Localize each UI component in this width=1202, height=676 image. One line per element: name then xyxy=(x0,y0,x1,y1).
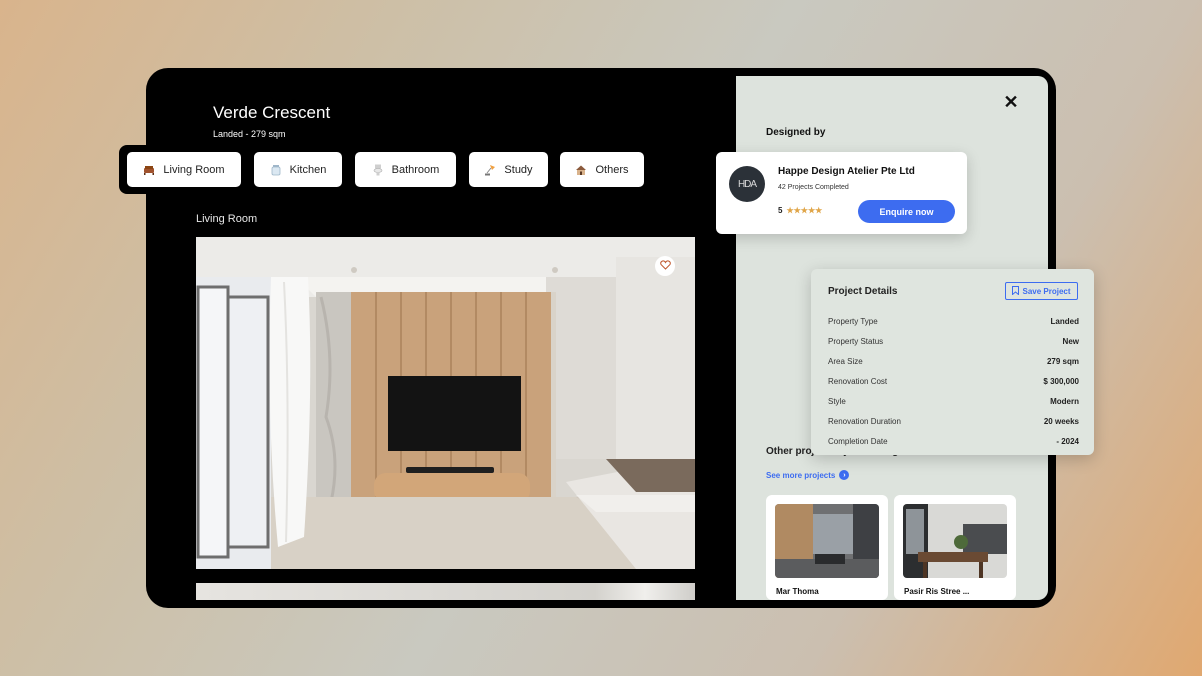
current-room-label: Living Room xyxy=(196,213,258,225)
project-details-card: Project Details Save Project Property Ty… xyxy=(811,269,1094,455)
project-details-title: Project Details xyxy=(828,286,898,297)
detail-row-renovation-cost: Renovation Cost $ 300,000 xyxy=(828,377,1079,386)
designer-rating: 5 ★★★★★ xyxy=(778,206,822,215)
sofa-icon xyxy=(143,164,155,176)
save-project-label: Save Project xyxy=(1022,286,1071,296)
detail-row-completion-date: Completion Date - 2024 xyxy=(828,437,1079,446)
detail-value: $ 300,000 xyxy=(1043,377,1079,386)
enquire-button[interactable]: Enquire now xyxy=(858,200,955,223)
tab-living-room[interactable]: Living Room xyxy=(127,152,241,187)
project-name: Mar Thoma xyxy=(776,587,819,596)
tab-label: Living Room xyxy=(163,163,225,176)
designer-name[interactable]: Happe Design Atelier Pte Ltd xyxy=(778,166,915,177)
detail-value: Modern xyxy=(1050,397,1079,406)
project-thumbnail xyxy=(903,504,1007,578)
favorite-button[interactable] xyxy=(655,256,675,276)
tab-kitchen[interactable]: Kitchen xyxy=(254,152,342,187)
detail-row-style: Style Modern xyxy=(828,397,1079,406)
designer-logo: HDA xyxy=(729,166,765,202)
see-more-projects-link[interactable]: See more projects › xyxy=(766,470,850,480)
save-project-button[interactable]: Save Project xyxy=(1005,282,1078,300)
next-photo-preview[interactable] xyxy=(196,583,695,600)
detail-label: Style xyxy=(828,397,846,406)
detail-label: Area Size xyxy=(828,357,863,366)
detail-row-property-type: Property Type Landed xyxy=(828,317,1079,326)
close-icon: ✕ xyxy=(1003,92,1019,112)
heart-icon xyxy=(659,257,671,275)
toilet-icon xyxy=(372,164,384,176)
project-card[interactable]: Mar Thoma xyxy=(766,495,888,600)
tab-label: Study xyxy=(504,163,533,176)
detail-value: Landed xyxy=(1050,317,1079,326)
tab-label: Bathroom xyxy=(391,163,440,176)
detail-value: 20 weeks xyxy=(1043,417,1079,426)
tab-study[interactable]: Study xyxy=(469,152,548,187)
desk-lamp-icon xyxy=(484,164,496,176)
detail-row-renovation-duration: Renovation Duration 20 weeks xyxy=(828,417,1079,426)
rating-value: 5 xyxy=(778,206,783,215)
tab-label: Kitchen xyxy=(289,163,327,176)
project-thumbnail xyxy=(775,504,879,578)
project-card[interactable]: Pasir Ris Stree ... xyxy=(894,495,1016,600)
tab-others[interactable]: Others xyxy=(560,152,644,187)
detail-row-area-size: Area Size 279 sqm xyxy=(828,357,1079,366)
projects-completed: 42 Projects Completed xyxy=(778,184,849,191)
detail-label: Completion Date xyxy=(828,437,888,446)
detail-value: - 2024 xyxy=(1056,437,1079,446)
designer-card[interactable]: HDA Happe Design Atelier Pte Ltd 42 Proj… xyxy=(716,152,967,234)
designed-by-label: Designed by xyxy=(766,127,826,138)
house-icon xyxy=(575,164,587,176)
detail-value: New xyxy=(1062,337,1079,346)
detail-value: 279 sqm xyxy=(1046,357,1079,366)
project-name: Pasir Ris Stree ... xyxy=(904,587,970,596)
star-rating-icon: ★★★★★ xyxy=(786,206,823,215)
room-photo[interactable] xyxy=(196,237,695,569)
tab-label: Others xyxy=(595,163,629,176)
jar-icon xyxy=(270,164,282,176)
see-more-label: See more projects xyxy=(766,470,836,480)
detail-label: Property Type xyxy=(828,317,878,326)
detail-row-property-status: Property Status New xyxy=(828,337,1079,346)
tab-bathroom[interactable]: Bathroom xyxy=(355,152,456,187)
detail-label: Property Status xyxy=(828,337,884,346)
detail-label: Renovation Duration xyxy=(828,417,901,426)
chevron-right-icon: › xyxy=(839,470,850,480)
project-title: Verde Crescent xyxy=(213,103,331,122)
project-subtitle: Landed - 279 sqm xyxy=(213,129,286,139)
living-room-image xyxy=(196,237,695,569)
bookmark-icon xyxy=(1012,285,1020,297)
detail-label: Renovation Cost xyxy=(828,377,888,386)
close-button[interactable]: ✕ xyxy=(1002,93,1020,111)
